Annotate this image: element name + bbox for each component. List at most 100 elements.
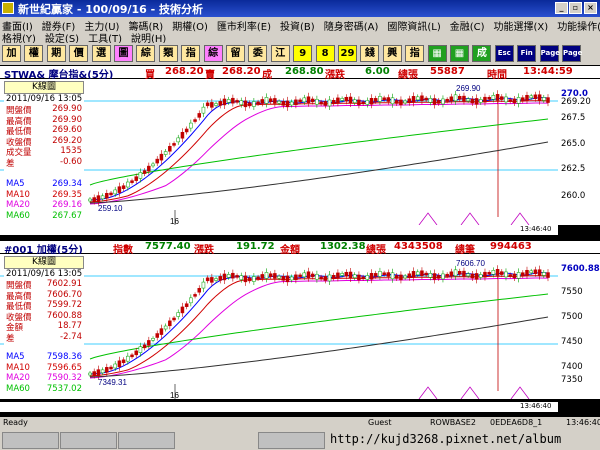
volume-value: 55887 (430, 66, 465, 77)
menu-r1-8[interactable]: 國際資訊(L) (387, 22, 440, 33)
toolbar-button-8[interactable]: 指 (181, 45, 201, 62)
candle (323, 101, 328, 106)
bottom-ma-value: 7596.65 (46, 362, 82, 373)
candle (491, 270, 496, 275)
bottom-ohlc-label: 差 (6, 333, 15, 344)
candle (470, 273, 475, 279)
menu-r1-10[interactable]: 功能選擇(X) (494, 22, 549, 33)
top-ma-row: MA60 267.67 (4, 211, 84, 222)
toolbar-button-23[interactable]: Fin (517, 45, 537, 62)
toolbar-button-12[interactable]: 江 (270, 45, 290, 62)
toolbar-button-0[interactable]: 加 (2, 45, 21, 62)
restore-button[interactable]: ▫ (569, 2, 582, 14)
candle (121, 359, 126, 364)
candle (243, 275, 248, 283)
top-ma-value: 267.67 (52, 210, 82, 221)
toolbar-button-10[interactable]: 留 (226, 45, 245, 62)
candle (310, 98, 315, 103)
menu-r1-7[interactable]: 隨身密碼(A) (324, 22, 379, 33)
toolbar-button-7[interactable]: 類 (158, 45, 178, 62)
toolbar-button-15[interactable]: 29 (338, 45, 357, 62)
candle (361, 276, 365, 280)
candle (315, 273, 319, 280)
toolbar-button-2[interactable]: 期 (46, 45, 66, 62)
candle (222, 98, 227, 106)
toolbar-button-1[interactable]: 權 (24, 45, 44, 62)
task-button-2[interactable] (60, 432, 117, 449)
candle (504, 271, 508, 278)
amount-value: 1302.38 (320, 241, 366, 252)
candle (542, 272, 546, 276)
toolbar: 加權期價選圖綜類指綜留委江 9 8 29 錢興指 ▦ ▦ 成 Esc Fin Page Page (0, 43, 600, 65)
menu-r1-4[interactable]: 期權(O) (172, 22, 208, 33)
candle (500, 271, 504, 275)
candle (315, 98, 319, 105)
candle (205, 102, 210, 107)
candle (92, 197, 96, 202)
bottom-ma-value: 7598.36 (46, 352, 82, 362)
toolbar-button-13[interactable]: 9 (293, 45, 313, 62)
candle (256, 101, 260, 105)
candle (109, 366, 113, 370)
toolbar-button-17[interactable]: 興 (382, 45, 402, 62)
toolbar-button-24[interactable]: Page (539, 45, 560, 62)
bottom-ma-label: MA20 (6, 373, 30, 383)
candle (504, 96, 508, 103)
candle (491, 95, 496, 100)
ma5-line (89, 97, 549, 201)
candle (88, 372, 92, 376)
menu-r1-5[interactable]: 匯市利率(E) (217, 22, 271, 33)
candle (521, 272, 525, 276)
close-button[interactable]: × (584, 2, 597, 14)
candle (319, 276, 323, 280)
bottom-kline-title: K線圖 (4, 256, 84, 269)
top-ma-label: MA20 (6, 200, 30, 210)
toolbar-button-25[interactable]: Page (562, 45, 582, 62)
minimize-button[interactable]: _ (555, 2, 568, 14)
candle (210, 277, 214, 283)
candle (214, 103, 218, 106)
toolbar-button-9[interactable]: 綜 (203, 45, 223, 62)
candle (453, 269, 458, 277)
toolbar-button-16[interactable]: 錢 (360, 45, 380, 62)
window-title: 新世紀贏家 - 100/09/16 - 技術分析 (18, 3, 204, 16)
toolbar-button-18[interactable]: 指 (405, 45, 425, 62)
candle (159, 153, 164, 161)
task-button-4[interactable] (258, 432, 325, 449)
toolbar-button-4[interactable]: 選 (91, 45, 111, 62)
candle (235, 100, 239, 103)
candle (521, 97, 525, 101)
bottom-ma-row: MA60 7537.02 (4, 384, 84, 395)
candle (340, 98, 344, 101)
menu-r1-6[interactable]: 投資(B) (280, 22, 315, 33)
candle (529, 270, 533, 274)
toolbar-button-6[interactable]: 綜 (136, 45, 156, 62)
toolbar-button-21[interactable]: 成 (472, 45, 492, 62)
last-price: 268.80 (285, 66, 324, 77)
candle (168, 146, 172, 152)
candle (176, 312, 180, 317)
task-button-3[interactable] (118, 432, 175, 449)
day-label: 16 (170, 391, 179, 399)
candle (210, 102, 214, 108)
bottom-ohlc-row: 差 -2.74 (4, 332, 84, 344)
candle (184, 128, 189, 133)
candle (508, 99, 512, 102)
buy-price: 268.20 (165, 66, 204, 77)
toolbar-button-22[interactable]: Esc (494, 45, 514, 62)
menu-r1-9[interactable]: 金融(C) (450, 22, 485, 33)
menu-r1-11[interactable]: 功能操作(F) (557, 22, 600, 33)
toolbar-button-14[interactable]: 8 (315, 45, 335, 62)
bottom-footer-time: 13:46:40 (520, 402, 552, 410)
candle (458, 271, 462, 275)
toolbar-button-11[interactable]: 委 (248, 45, 268, 62)
candle (415, 96, 420, 101)
candle (117, 186, 122, 193)
task-button-1[interactable] (2, 432, 59, 449)
toolbar-button-19[interactable]: ▦ (427, 45, 447, 62)
candle (189, 297, 193, 304)
toolbar-button-20[interactable]: ▦ (450, 45, 469, 62)
toolbar-button-5[interactable]: 圖 (114, 45, 133, 62)
toolbar-button-3[interactable]: 價 (69, 45, 89, 62)
candle (449, 96, 454, 102)
